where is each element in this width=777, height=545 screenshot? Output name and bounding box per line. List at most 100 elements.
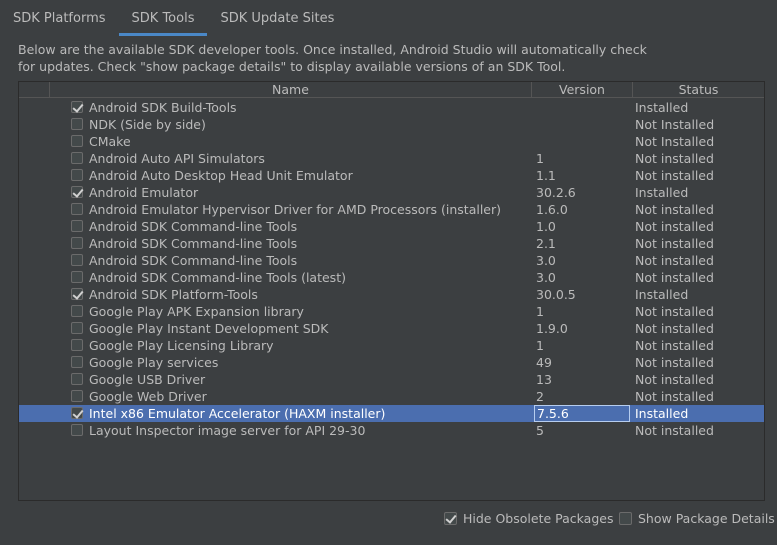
hide-obsolete-option[interactable]: Hide Obsolete Packages [444, 509, 613, 527]
row-version: 30.0.5 [536, 287, 576, 302]
table-row[interactable]: Android Emulator Hypervisor Driver for A… [19, 201, 764, 218]
row-checkbox[interactable] [71, 135, 83, 147]
row-checkbox[interactable] [71, 101, 83, 113]
row-version [534, 133, 630, 150]
row-checkbox[interactable] [71, 424, 83, 436]
row-name: Android SDK Command-line Tools [89, 253, 298, 268]
row-checkbox[interactable] [71, 254, 83, 266]
row-checkbox[interactable] [71, 118, 83, 130]
row-version: 1.0 [536, 219, 556, 234]
row-status: Not installed [635, 321, 714, 336]
row-status: Not installed [635, 270, 714, 285]
row-status: Not installed [635, 355, 714, 370]
row-version: 3.0 [536, 253, 556, 268]
row-name: CMake [89, 134, 131, 149]
row-status: Not installed [635, 338, 714, 353]
show-details-option[interactable]: Show Package Details [619, 509, 775, 527]
row-status: Installed [635, 406, 689, 421]
row-name: Android Auto API Simulators [89, 151, 265, 166]
row-status: Not installed [635, 389, 714, 404]
sdk-tools-table[interactable]: Name Version Status Android SDK Build-To… [18, 81, 765, 501]
row-version: 3.0 [536, 270, 556, 285]
table-row[interactable]: Android SDK Build-Tools Installed [19, 99, 764, 116]
row-checkbox[interactable] [71, 390, 83, 402]
row-checkbox[interactable] [71, 169, 83, 181]
tab-sdk-platforms[interactable]: SDK Platforms [0, 0, 119, 36]
table-row[interactable]: Intel x86 Emulator Accelerator (HAXM ins… [19, 405, 764, 422]
row-name: Google Play Licensing Library [89, 338, 274, 353]
hide-obsolete-label[interactable]: Hide Obsolete Packages [463, 511, 613, 526]
row-version: 13 [536, 372, 552, 387]
row-version: 1.6.0 [536, 202, 568, 217]
row-status: Not installed [635, 253, 714, 268]
row-checkbox[interactable] [71, 305, 83, 317]
show-details-checkbox[interactable] [619, 511, 632, 525]
row-status: Installed [635, 100, 689, 115]
row-status: Installed [635, 185, 689, 200]
header-version[interactable]: Version [531, 82, 632, 97]
row-name: NDK (Side by side) [89, 117, 206, 132]
table-row[interactable]: Android Auto Desktop Head Unit Emulator 1… [19, 167, 764, 184]
table-row[interactable]: Google Play Licensing Library 1 Not instal… [19, 337, 764, 354]
table-row[interactable]: Android SDK Platform-Tools 30.0.5 Installe… [19, 286, 764, 303]
table-row[interactable]: NDK (Side by side) Not Installed [19, 116, 764, 133]
tab-sdk-update-sites[interactable]: SDK Update Sites [207, 0, 347, 36]
row-checkbox[interactable] [71, 203, 83, 215]
sdk-manager-panel: SDK Platforms SDK Tools SDK Update Sites… [0, 0, 777, 545]
table-row[interactable]: Google Play APK Expansion library 1 Not in… [19, 303, 764, 320]
table-row[interactable]: Google Play Instant Development SDK 1.9.0… [19, 320, 764, 337]
table-row[interactable]: Android SDK Command-line Tools 1.0 Not ins… [19, 218, 764, 235]
row-name: Google Play APK Expansion library [89, 304, 304, 319]
description-text: Below are the available SDK developer to… [18, 41, 647, 75]
description-line-2: for updates. Check "show package details… [18, 59, 566, 74]
row-checkbox[interactable] [71, 407, 83, 419]
row-version [534, 116, 630, 133]
header-checkbox-column[interactable] [19, 82, 49, 97]
table-row[interactable]: Android SDK Command-line Tools 3.0 Not ins… [19, 252, 764, 269]
row-name: Android Auto Desktop Head Unit Emulator [89, 168, 353, 183]
row-status: Not installed [635, 236, 714, 251]
row-checkbox[interactable] [71, 152, 83, 164]
row-version: 1.1 [536, 168, 556, 183]
row-name: Layout Inspector image server for API 29… [89, 423, 366, 438]
table-row[interactable]: Google Play services 49 Not installed [19, 354, 764, 371]
row-checkbox[interactable] [71, 220, 83, 232]
row-version: 1 [536, 304, 544, 319]
row-checkbox[interactable] [71, 322, 83, 334]
row-version: 2.1 [536, 236, 556, 251]
row-checkbox[interactable] [71, 271, 83, 283]
description-line-1: Below are the available SDK developer to… [18, 42, 647, 57]
row-name: Intel x86 Emulator Accelerator (HAXM ins… [89, 406, 386, 421]
row-version: 49 [536, 355, 552, 370]
row-checkbox[interactable] [71, 288, 83, 300]
row-checkbox[interactable] [71, 373, 83, 385]
row-name: Android SDK Build-Tools [89, 100, 237, 115]
row-name: Android SDK Command-line Tools (latest) [89, 270, 346, 285]
header-status[interactable]: Status [632, 82, 764, 97]
table-row[interactable]: Android SDK Command-line Tools (latest) 3… [19, 269, 764, 286]
row-checkbox[interactable] [71, 237, 83, 249]
table-row[interactable]: CMake Not Installed [19, 133, 764, 150]
row-status: Not installed [635, 151, 714, 166]
table-row[interactable]: Android Emulator 30.2.6 Installed [19, 184, 764, 201]
table-row[interactable]: Layout Inspector image server for API 29… [19, 422, 764, 439]
table-row[interactable]: Android Auto API Simulators 1 Not installe… [19, 150, 764, 167]
table-row[interactable]: Google Web Driver 2 Not installed [19, 388, 764, 405]
row-checkbox[interactable] [71, 356, 83, 368]
row-checkbox[interactable] [71, 186, 83, 198]
hide-obsolete-checkbox[interactable] [444, 511, 457, 525]
row-status: Not Installed [635, 117, 715, 132]
tab-bar: SDK Platforms SDK Tools SDK Update Sites [0, 0, 777, 36]
table-row[interactable]: Google USB Driver 13 Not installed [19, 371, 764, 388]
tab-sdk-tools[interactable]: SDK Tools [118, 0, 208, 36]
header-name[interactable]: Name [49, 82, 531, 97]
row-status: Not installed [635, 219, 714, 234]
row-checkbox[interactable] [71, 339, 83, 351]
row-name: Google Web Driver [89, 389, 207, 404]
row-version: 1 [536, 151, 544, 166]
row-name: Google Play services [89, 355, 219, 370]
row-version: 1 [536, 338, 544, 353]
table-row[interactable]: Android SDK Command-line Tools 2.1 Not ins… [19, 235, 764, 252]
row-status: Not installed [635, 168, 714, 183]
show-details-label[interactable]: Show Package Details [638, 511, 775, 526]
